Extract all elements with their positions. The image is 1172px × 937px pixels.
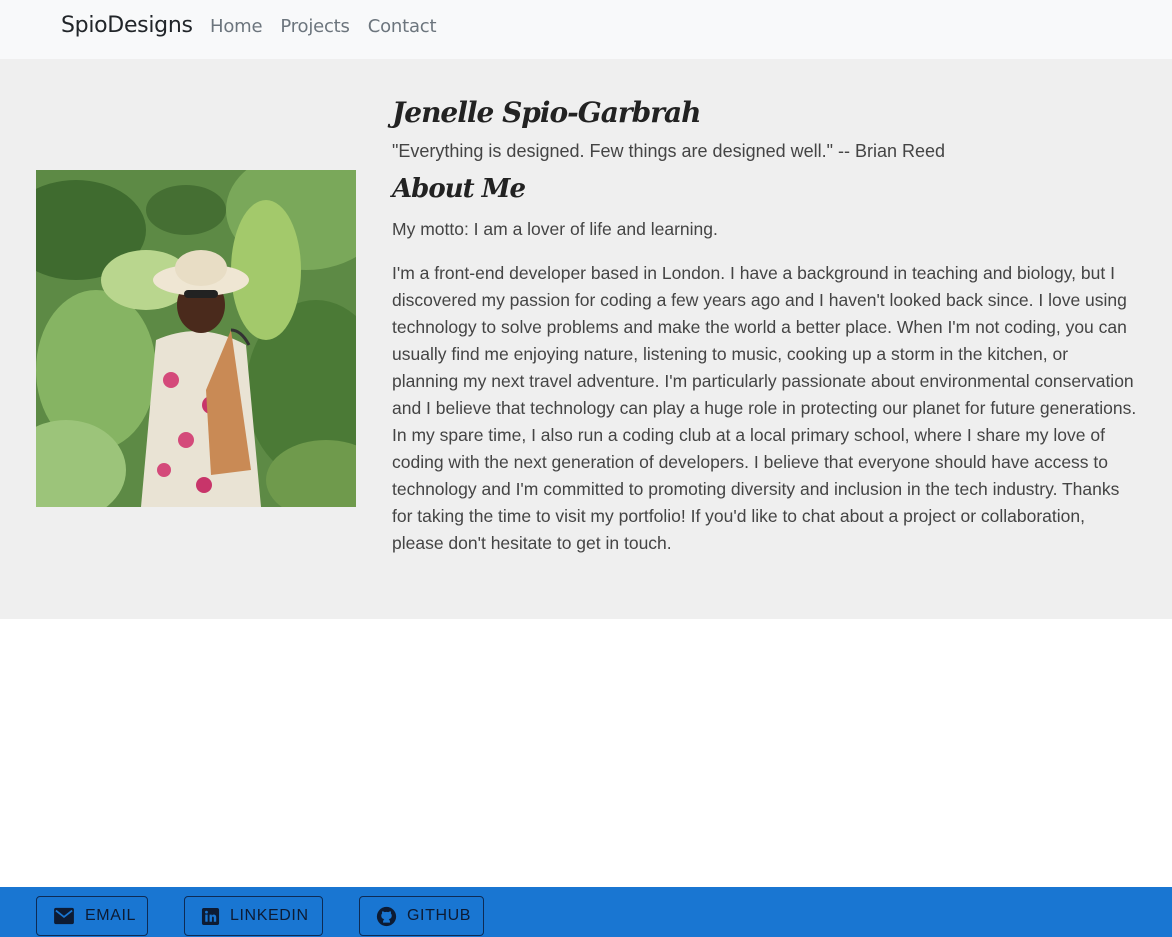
- linkedin-button[interactable]: LINKEDIN: [184, 896, 323, 936]
- about-heading: About Me: [392, 174, 526, 204]
- profile-name: Jenelle Spio-Garbrah: [392, 96, 701, 129]
- github-icon: [376, 906, 397, 927]
- brand-logo[interactable]: SpioDesigns: [61, 13, 193, 38]
- linkedin-icon: [201, 907, 220, 926]
- quote: "Everything is designed. Few things are …: [392, 141, 946, 161]
- nav-link-home[interactable]: Home: [210, 16, 263, 37]
- linkedin-label: LINKEDIN: [230, 907, 309, 924]
- github-button[interactable]: GITHUB: [359, 896, 484, 936]
- navbar: SpioDesigns Home Projects Contact: [0, 0, 1172, 59]
- email-button[interactable]: EMAIL: [36, 896, 148, 936]
- nav-links: Home Projects Contact: [210, 16, 437, 37]
- footer: EMAIL LINKEDIN GITHUB: [0, 887, 1172, 937]
- nav-link-contact[interactable]: Contact: [368, 16, 437, 37]
- bio-paragraph: I'm a front-end developer based in Londo…: [392, 263, 1137, 553]
- about-section: Jenelle Spio-Garbrah "Everything is desi…: [0, 59, 1172, 619]
- github-label: GITHUB: [407, 907, 472, 924]
- email-label: EMAIL: [85, 907, 137, 924]
- motto: My motto: I am a lover of life and learn…: [392, 219, 718, 239]
- profile-photo: [36, 170, 356, 507]
- email-icon: [53, 907, 75, 925]
- about-text: Jenelle Spio-Garbrah "Everything is desi…: [392, 89, 1137, 557]
- nav-link-projects[interactable]: Projects: [280, 16, 350, 37]
